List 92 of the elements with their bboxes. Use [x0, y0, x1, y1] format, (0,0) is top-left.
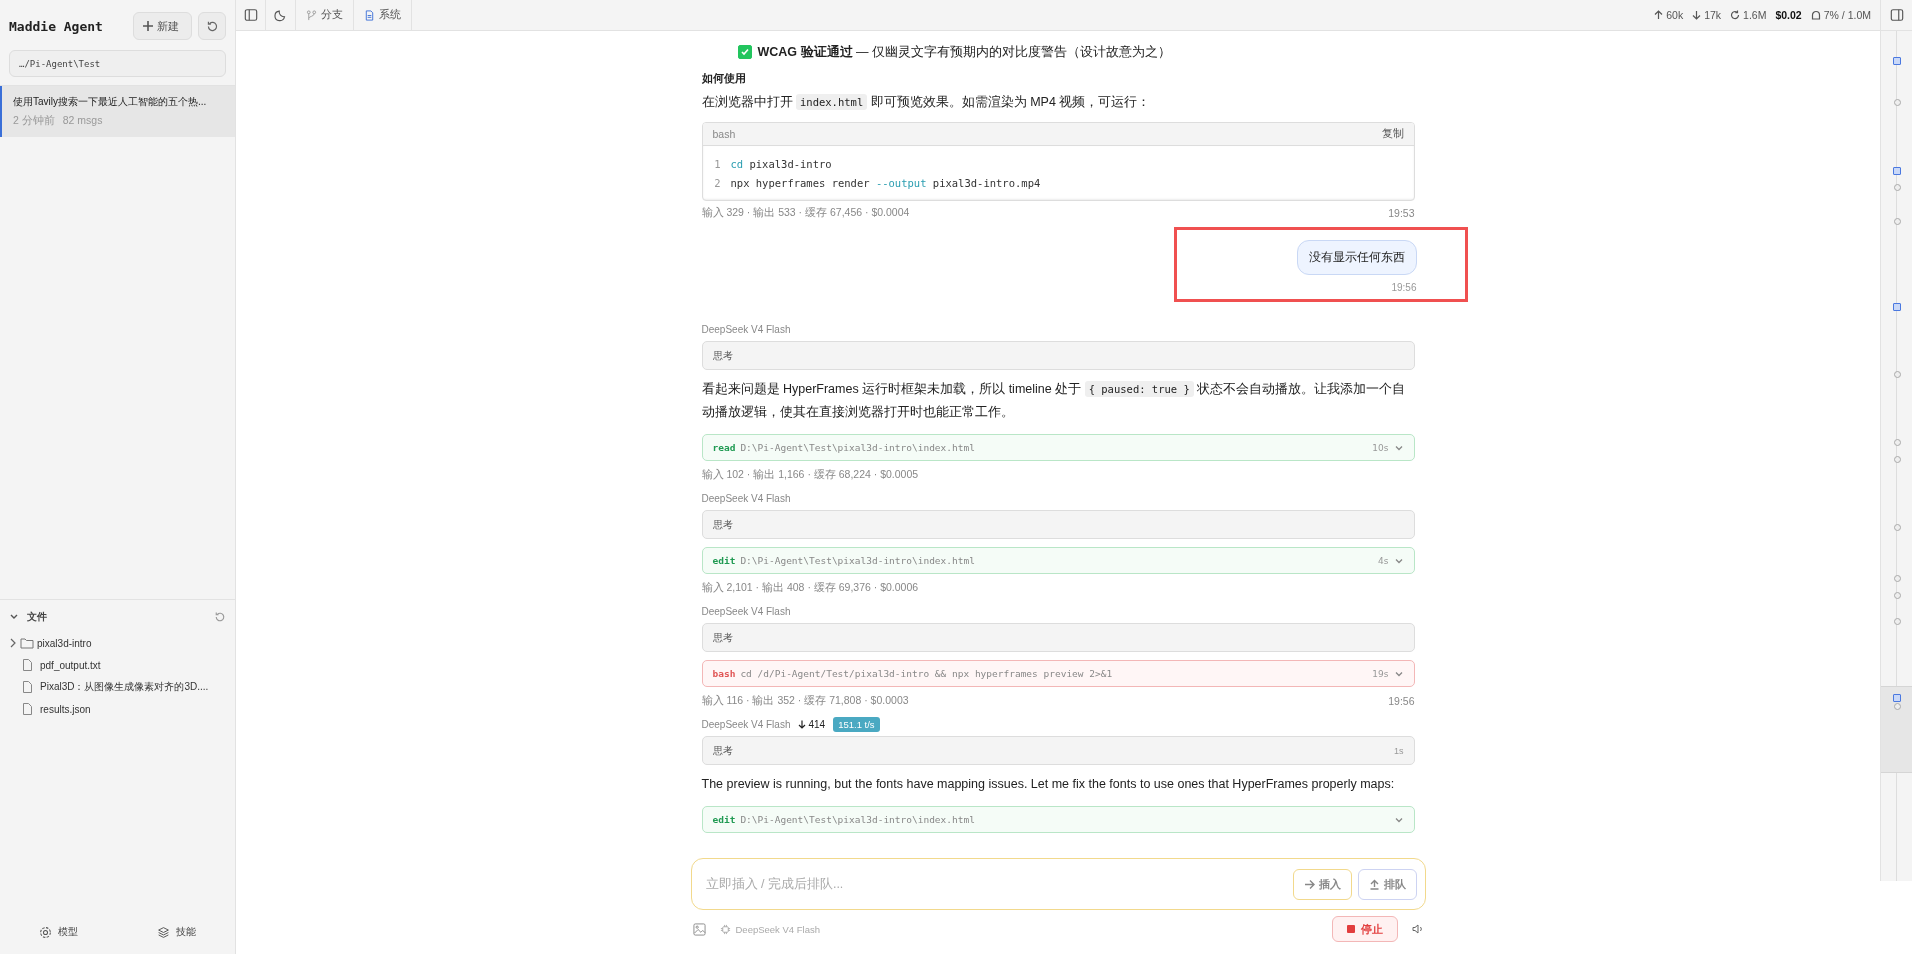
tool-call[interactable]: bash cd /d/Pi-Agent/Test/pixal3d-intro && npx hyperframes preview 2>&1 19s	[701, 660, 1415, 687]
timestamp: 19:53	[1388, 207, 1415, 219]
scroll-marker[interactable]	[1894, 575, 1901, 582]
scroll-marker[interactable]	[1893, 303, 1901, 311]
file-icon	[23, 659, 32, 671]
arrow-up-icon	[1654, 10, 1664, 20]
session-item[interactable]: 使用Tavily搜索一下最近人工智能的五个热... 2 分钟前 82 msgs	[0, 86, 235, 137]
code-line: cd pixal3d-intro	[730, 157, 832, 170]
queue-button[interactable]: 排队	[1357, 868, 1417, 900]
token-stat: 7% / 1.0M	[1823, 9, 1871, 21]
scroll-marker[interactable]	[1894, 371, 1901, 378]
message-text: The preview is running, but the fonts have mapping issues. Let me fix the fonts to use ones that HyperFrames properly maps:	[701, 776, 1396, 793]
scroll-marker[interactable]	[1894, 99, 1901, 106]
branch-icon	[306, 9, 317, 21]
timestamp: 19:56	[1391, 282, 1417, 293]
message-input[interactable]: 立即插入 / 完成后排队... 插入 排队	[690, 858, 1426, 910]
branch-button[interactable]: 分支	[296, 0, 354, 30]
gear-icon	[39, 925, 53, 939]
thinking-block[interactable]: 思考 1s	[701, 736, 1415, 765]
token-stat: 1.6M	[1743, 9, 1767, 21]
arrow-down-icon	[1692, 10, 1702, 20]
line-number: 2	[713, 176, 722, 189]
usage-stats: 输入 329 · 输出 533 · 缓存 67,456 · $0.0004	[701, 206, 910, 220]
skills-button[interactable]: 技能	[150, 924, 202, 940]
line-number: 1	[713, 157, 722, 170]
scroll-marker[interactable]	[1893, 167, 1901, 175]
chip-icon	[719, 923, 731, 935]
scroll-marker[interactable]	[1894, 702, 1901, 710]
scroll-marker[interactable]	[1894, 218, 1901, 225]
token-stat: 17k	[1704, 9, 1722, 21]
section-heading: 如何使用	[701, 70, 747, 86]
refresh-icon	[205, 19, 219, 33]
new-button[interactable]: 新建	[133, 12, 192, 40]
document-icon	[364, 9, 375, 21]
usage-stats: 输入 116 · 输出 352 · 缓存 71,808 · $0.0003	[701, 694, 909, 708]
arrow-down-icon	[798, 719, 807, 729]
image-icon[interactable]	[692, 922, 706, 936]
scroll-marker[interactable]	[1894, 617, 1901, 625]
cost-label: $0.02	[1775, 9, 1802, 21]
user-message: 没有显示任何东西	[1296, 240, 1417, 275]
message-text: 看起来问题是 HyperFrames 运行时框架未加载，所以 timeline 处于 { paused: true } 状态不会自动播放。让我添加一个自动播放逻辑，使其在直接浏览器打开时也能正常工作。	[701, 380, 1407, 421]
scroll-marker[interactable]	[1893, 56, 1901, 65]
scroll-marker[interactable]	[1894, 524, 1901, 531]
stop-icon	[1346, 925, 1355, 933]
system-button[interactable]: 系统	[354, 0, 412, 30]
token-stat: 60k	[1666, 9, 1684, 21]
model-name: DeepSeek V4 Flash	[701, 492, 791, 504]
thinking-block[interactable]: 思考	[701, 623, 1415, 652]
model-button[interactable]: 模型	[33, 924, 85, 940]
model-name: DeepSeek V4 Flash	[701, 323, 791, 335]
token-count: 414	[808, 718, 826, 730]
file-icon	[23, 703, 32, 715]
file-item[interactable]: results.json	[9, 698, 226, 720]
stop-button[interactable]: 停止	[1331, 916, 1398, 942]
tool-call[interactable]: edit D:\Pi-Agent\Test\pixal3d-intro\index.html	[701, 806, 1415, 833]
tool-call[interactable]: edit D:\Pi-Agent\Test\pixal3d-intro\index.html 4s	[701, 547, 1415, 574]
insert-button[interactable]: 插入	[1292, 868, 1352, 900]
message-text: 在浏览器中打开 index.html 即可预览效果。如需渲染为 MP4 视频，可运行：	[701, 93, 1152, 112]
scroll-marker[interactable]	[1893, 694, 1901, 702]
path-field[interactable]: …/Pi-Agent\Test	[9, 50, 226, 77]
scroll-marker[interactable]	[1894, 439, 1901, 446]
refresh-icon	[1730, 10, 1741, 20]
files-heading: 文件	[27, 610, 48, 624]
upload-icon	[1368, 878, 1380, 890]
refresh-icon[interactable]	[214, 611, 226, 623]
file-icon	[23, 681, 32, 693]
model-name: DeepSeek V4 Flash	[701, 718, 791, 730]
file-item[interactable]: pixal3d-intro	[9, 632, 226, 654]
tool-call[interactable]: read D:\Pi-Agent\Test\pixal3d-intro\index.html 10s	[701, 434, 1415, 461]
speaker-icon[interactable]	[1411, 923, 1424, 935]
file-item[interactable]: Pixal3D：从图像生成像素对齐的3D....	[9, 676, 226, 698]
code-language: bash	[712, 128, 736, 140]
code-line: npx hyperframes render --output pixal3d-intro.mp4	[730, 176, 1041, 189]
thinking-block[interactable]: 思考	[701, 510, 1415, 539]
layers-icon	[156, 925, 170, 939]
scroll-marker[interactable]	[1894, 592, 1901, 599]
checklist-text: WCAG 验证通过 — 仅幽灵文字有预期内的对比度警告（设计故意为之）	[757, 43, 1171, 61]
arrow-right-icon	[1303, 878, 1315, 890]
file-item[interactable]: pdf_output.txt	[9, 654, 226, 676]
model-name: DeepSeek V4 Flash	[701, 605, 791, 617]
plus-icon	[142, 20, 154, 32]
refresh-button[interactable]	[198, 12, 226, 40]
copy-button[interactable]: 复制	[1381, 127, 1404, 141]
usage-stats: 输入 102 · 输出 1,166 · 缓存 68,224 · $0.0005	[701, 468, 919, 482]
speed-badge: 151.1 t/s	[833, 716, 880, 732]
timestamp: 19:56	[1388, 695, 1415, 707]
thinking-block[interactable]: 思考	[701, 341, 1415, 370]
scroll-marker[interactable]	[1894, 456, 1901, 463]
app-title: Maddie Agent	[9, 18, 104, 34]
usage-stats: 输入 2,101 · 输出 408 · 缓存 69,376 · $0.0006	[701, 581, 919, 595]
context-icon	[1810, 10, 1821, 20]
scroll-marker[interactable]	[1894, 184, 1901, 191]
